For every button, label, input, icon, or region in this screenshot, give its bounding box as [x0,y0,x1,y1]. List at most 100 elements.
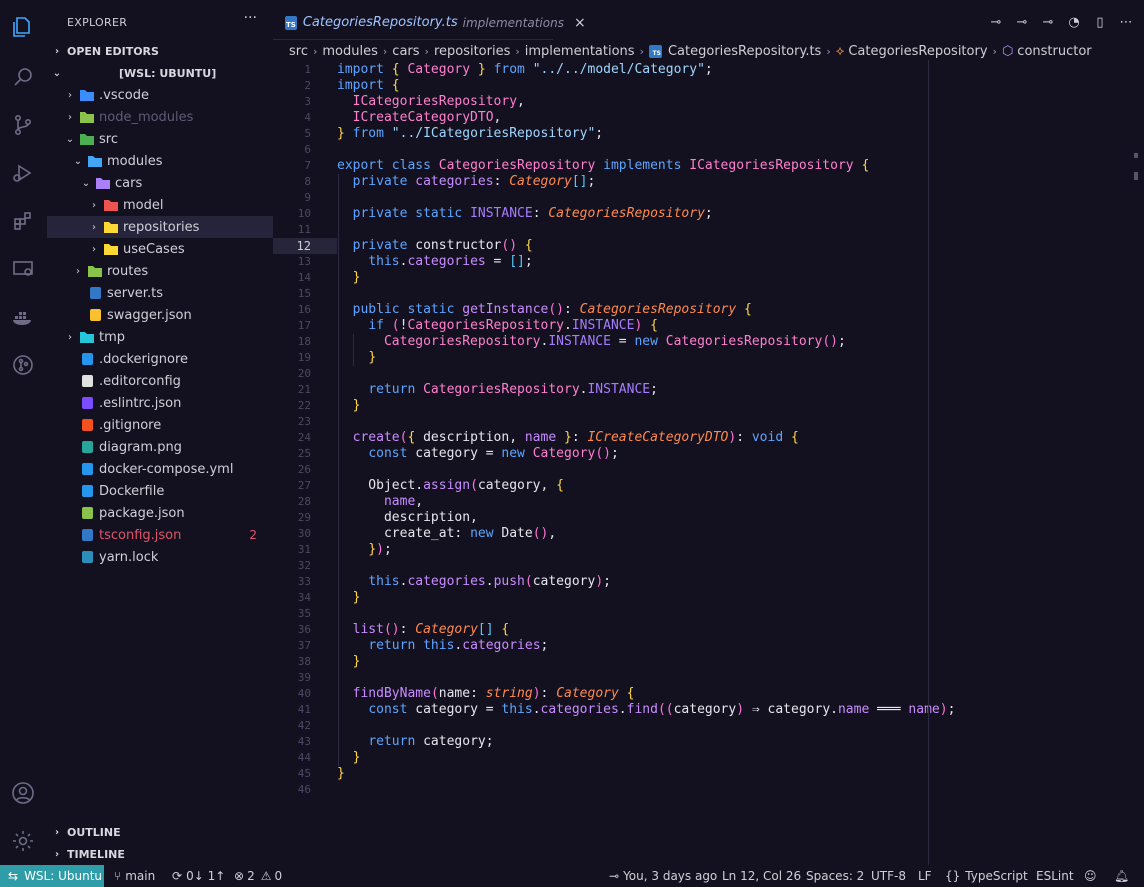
tree-item-node-modules[interactable]: › node_modules [47,106,273,128]
source-control-icon[interactable] [8,110,38,140]
code-line[interactable]: 19 } [273,350,913,366]
tab-categories-repository[interactable]: TS CategoriesRepository.ts implementatio… [273,6,586,40]
breadcrumb-src[interactable]: src [289,44,308,59]
tree-item-dockerignore[interactable]: .dockerignore [47,348,273,370]
code-line[interactable]: 40 findByName(name: string): Category { [273,686,913,702]
code-line[interactable]: 9 [273,190,913,206]
code-line[interactable]: 30 create_at: new Date(), [273,526,913,542]
tree-item-modules[interactable]: ⌄ modules [47,150,273,172]
end-of-line[interactable]: LF [918,865,932,887]
code-line[interactable]: 18 CategoriesRepository.INSTANCE = new C… [273,334,913,350]
code-line[interactable]: 16 public static getInstance(): Categori… [273,302,913,318]
tree-item-vscode[interactable]: › .vscode [47,84,273,106]
tree-item-server-ts[interactable]: server.ts [47,282,273,304]
breadcrumb-cars[interactable]: cars [392,44,419,59]
compare-changes-icon[interactable]: ◔ [1066,14,1082,30]
tree-item-swagger-json[interactable]: swagger.json [47,304,273,326]
tree-item-editorconfig[interactable]: .editorconfig [47,370,273,392]
code-line[interactable]: 2 import { [273,78,913,94]
accounts-icon[interactable] [8,778,38,808]
tree-item-cars[interactable]: ⌄ cars [47,172,273,194]
breadcrumb-repositories[interactable]: repositories [434,44,510,59]
code-line[interactable]: 8 private categories: Category[]; [273,174,913,190]
code-line[interactable]: 24 create({ description, name }: ICreate… [273,430,913,446]
docker-icon[interactable] [8,302,38,332]
git-previous-icon[interactable]: ⊸ [1014,14,1030,30]
code-line[interactable]: 5} from "../ICategoriesRepository"; [273,126,913,142]
code-line[interactable]: 22 } [273,398,913,414]
explorer-icon[interactable] [8,12,38,42]
code-line[interactable]: 26 [273,462,913,478]
code-line[interactable]: 21 return CategoriesRepository.INSTANCE; [273,382,913,398]
code-line[interactable]: 39 [273,670,913,686]
code-line[interactable]: 14 } [273,270,913,286]
code-line[interactable]: 38 } [273,654,913,670]
code-line[interactable]: 34 } [273,590,913,606]
breadcrumb-implementations[interactable]: implementations [525,44,635,59]
cursor-position[interactable]: Ln 12, Col 26 [722,865,801,887]
code-line[interactable]: 32 [273,558,913,574]
tree-item-docker-compose-yml[interactable]: docker-compose.yml [47,458,273,480]
indentation[interactable]: Spaces: 2 [806,865,864,887]
git-commit-icon[interactable]: ⊸ [988,14,1004,30]
code-line[interactable]: 11 [273,222,913,238]
tree-item-routes[interactable]: › routes [47,260,273,282]
settings-gear-icon[interactable] [8,826,38,856]
code-line[interactable]: 3 ICategoriesRepository, [273,94,913,110]
git-blame[interactable]: ⊸ You, 3 days ago [609,865,717,887]
tree-item-package-json[interactable]: package.json [47,502,273,524]
close-icon[interactable]: × [574,15,586,31]
code-line[interactable]: 17 if (!CategoriesRepository.INSTANCE) { [273,318,913,334]
branch-indicator[interactable]: ⑂ main [114,865,155,887]
code-line[interactable]: 25 const category = new Category(); [273,446,913,462]
code-line[interactable]: 45} [273,766,913,782]
breadcrumb-modules[interactable]: modules [322,44,378,59]
git-graph-icon[interactable] [8,350,38,380]
tree-item-tmp[interactable]: › tmp [47,326,273,348]
code-line[interactable]: 15 [273,286,913,302]
code-line[interactable]: 12 private constructor() { [273,238,913,254]
timeline-section[interactable]: › TIMELINE [47,843,273,865]
eslint-status[interactable]: ESLint [1036,865,1074,887]
code-line[interactable]: 43 return category; [273,734,913,750]
git-next-icon[interactable]: ⊸ [1040,14,1056,30]
code-line[interactable]: 33 this.categories.push(category); [273,574,913,590]
breadcrumb-file[interactable]: CategoriesRepository.ts [668,44,821,59]
code-line[interactable]: 36 list(): Category[] { [273,622,913,638]
code-line[interactable]: 46 [273,782,913,798]
tree-item-diagram-png[interactable]: diagram.png [47,436,273,458]
tree-item-usecases[interactable]: › useCases [47,238,273,260]
run-debug-icon[interactable] [8,158,38,188]
code-line[interactable]: 1 import { Category } from "../../model/C… [273,62,913,78]
code-line[interactable]: 31 }); [273,542,913,558]
tree-item-yarn-lock[interactable]: yarn.lock [47,546,273,568]
code-line[interactable]: 10 private static INSTANCE: CategoriesRe… [273,206,913,222]
tree-item-tsconfig-json[interactable]: tsconfig.json 2 [47,524,273,546]
code-line[interactable]: 41 const category = this.categories.find… [273,702,956,718]
breadcrumb-method[interactable]: constructor [1017,44,1091,59]
code-line[interactable]: 29 description, [273,510,913,526]
open-editors-section[interactable]: › OPEN EDITORS [47,40,273,62]
code-line[interactable]: 28 name, [273,494,913,510]
code-line[interactable]: 35 [273,606,913,622]
code-line[interactable]: 23 [273,414,913,430]
code-line[interactable]: 27 Object.assign(category, { [273,478,913,494]
outline-section[interactable]: › OUTLINE [47,821,273,843]
code-line[interactable]: 37 return this.categories; [273,638,913,654]
tree-item-repositories[interactable]: › repositories [47,216,273,238]
remote-explorer-icon[interactable] [8,254,38,284]
notifications-bell-icon[interactable]: 🔔︎ [1114,865,1129,887]
code-line[interactable]: 13 this.categories = []; [273,254,913,270]
code-line[interactable]: 42 [273,718,913,734]
workspace-section[interactable]: ⌄ [WSL: UBUNTU] [47,62,273,84]
code-line[interactable]: 7 export class CategoriesRepository imple… [273,158,913,174]
feedback-icon[interactable]: ☺ [1084,865,1097,887]
search-icon[interactable] [8,62,38,92]
problems-indicator[interactable]: ⊗ 2 ⚠ 0 [234,865,282,887]
tree-item-gitignore[interactable]: .gitignore [47,414,273,436]
language-mode[interactable]: {} TypeScript [945,865,1028,887]
tree-item-src[interactable]: ⌄ src [47,128,273,150]
sync-indicator[interactable]: ⟳ 0↓ 1↑ [172,865,225,887]
code-line[interactable]: 44 } [273,750,913,766]
code-line[interactable]: 20 [273,366,913,382]
